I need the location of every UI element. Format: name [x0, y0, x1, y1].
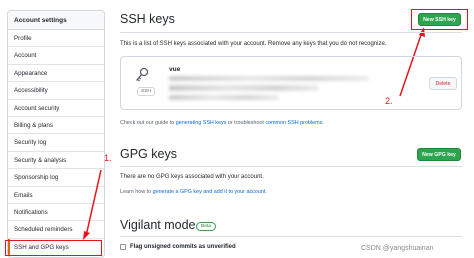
annotation-button-highlight — [411, 9, 468, 30]
vigilant-mode-title: Vigilant mode — [120, 218, 196, 232]
gpg-divider — [120, 166, 462, 167]
ssh-type-badge: SSH — [137, 87, 155, 96]
sidebar-header: Account settings — [8, 11, 104, 30]
ssh-key-name: vue — [169, 66, 181, 73]
blurred-fingerprint — [169, 76, 369, 81]
gpg-keys-title: GPG keys — [120, 147, 177, 161]
sidebar-item-profile[interactable]: Profile — [8, 30, 104, 48]
flag-unsigned-label: Flag unsigned commits as unverified — [130, 244, 236, 250]
sidebar-item-account-security[interactable]: Account security — [8, 100, 104, 117]
common-ssh-problems-link[interactable]: common SSH problems — [265, 120, 322, 126]
ssh-guide-text: Check out our guide to generating SSH ke… — [120, 120, 324, 126]
generate-gpg-key-link[interactable]: generate a GPG key and add it to your ac… — [153, 189, 266, 195]
ssh-keys-title: SSH keys — [120, 12, 175, 26]
gpg-learn-text: Learn how to generate a GPG key and add … — [120, 189, 267, 195]
delete-key-button[interactable]: Delete — [429, 77, 457, 90]
key-icon — [135, 67, 149, 88]
ssh-divider — [120, 32, 462, 33]
sidebar-item-ssh-gpg-keys[interactable]: SSH and GPG keys — [8, 238, 104, 257]
new-gpg-key-button[interactable]: New GPG key — [417, 148, 461, 161]
sidebar-item-security-analysis[interactable]: Security & analysis — [8, 152, 104, 170]
sidebar-item-billing[interactable]: Billing & plans — [8, 117, 104, 135]
sidebar-item-appearance[interactable]: Appearance — [8, 65, 104, 83]
sidebar-item-notifications[interactable]: Notifications — [8, 204, 104, 222]
annotation-step-1: 1. — [104, 153, 112, 163]
sidebar-item-accessibility[interactable]: Accessibility — [8, 82, 104, 100]
sidebar-item-scheduled-reminders[interactable]: Scheduled reminders — [8, 221, 104, 239]
blurred-added-date — [169, 85, 319, 91]
ssh-key-row: SSH vue Delete — [120, 56, 462, 110]
beta-badge: Beta — [196, 222, 216, 231]
sidebar-item-sponsorship-log[interactable]: Sponsorship log — [8, 169, 104, 187]
blurred-last-used — [169, 95, 279, 100]
csdn-watermark: CSDN @yangshuainan — [361, 245, 434, 252]
generating-ssh-keys-link[interactable]: generating SSH keys — [176, 120, 227, 126]
flag-unsigned-checkbox[interactable] — [120, 244, 126, 250]
sidebar-item-security-log[interactable]: Security log — [8, 134, 104, 152]
sidebar-item-account[interactable]: Account — [8, 47, 104, 65]
gpg-description: There are no GPG keys associated with yo… — [120, 174, 264, 180]
vigilant-divider — [120, 236, 462, 237]
ssh-description: This is a list of SSH keys associated wi… — [120, 41, 387, 47]
sidebar-item-emails[interactable]: Emails — [8, 187, 104, 204]
settings-sidebar: Account settings Profile Account Appeara… — [7, 10, 105, 258]
